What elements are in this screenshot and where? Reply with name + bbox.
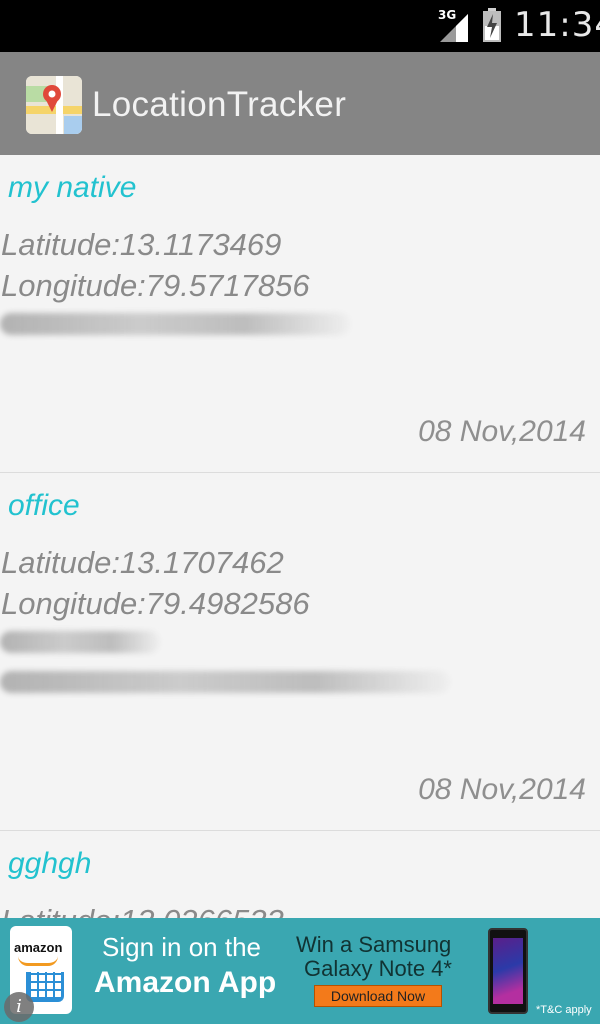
map-pin-icon[interactable] bbox=[26, 76, 82, 134]
action-bar: LocationTracker bbox=[0, 52, 600, 155]
latitude-text: Latitude:13.0266533 bbox=[1, 903, 284, 918]
list-item[interactable]: my native Latitude:13.1173469 Longitude:… bbox=[0, 155, 600, 473]
location-name: gghgh bbox=[8, 847, 92, 880]
ad-promo-line2: Galaxy Note 4* bbox=[304, 956, 452, 981]
signal-icon: 3G bbox=[438, 8, 470, 42]
download-now-button[interactable]: Download Now bbox=[314, 985, 442, 1007]
latitude-text: Latitude:13.1707462 bbox=[1, 545, 284, 580]
ad-headline-line2: Amazon App bbox=[94, 966, 277, 999]
latitude-text: Latitude:13.1173469 bbox=[1, 227, 282, 262]
info-icon[interactable]: i bbox=[4, 992, 34, 1022]
app-title: LocationTracker bbox=[92, 85, 347, 124]
amazon-wordmark: amazon bbox=[14, 940, 63, 955]
terms-text: *T&C apply bbox=[536, 1004, 592, 1016]
redacted-address bbox=[0, 313, 350, 335]
list-item[interactable]: gghgh Latitude:13.0266533 bbox=[0, 831, 600, 918]
smile-icon bbox=[18, 956, 58, 966]
status-bar: 3G 11:34 bbox=[0, 0, 600, 52]
battery-icon bbox=[482, 8, 502, 42]
ad-headline-line1: Sign in on the bbox=[102, 932, 262, 962]
redacted-address bbox=[0, 671, 450, 693]
longitude-text: Longitude:79.5717856 bbox=[1, 268, 310, 303]
ad-promo-line1: Win a Samsung bbox=[296, 932, 452, 957]
location-name: office bbox=[8, 489, 80, 522]
ad-banner[interactable]: amazon Sign in on the Amazon App Win a S… bbox=[0, 918, 600, 1024]
location-list[interactable]: my native Latitude:13.1173469 Longitude:… bbox=[0, 155, 600, 918]
date-text: 08 Nov,2014 bbox=[418, 773, 586, 806]
date-text: 08 Nov,2014 bbox=[418, 415, 586, 448]
location-name: my native bbox=[8, 171, 137, 204]
cart-icon bbox=[26, 972, 64, 1002]
longitude-text: Longitude:79.4982586 bbox=[1, 586, 310, 621]
phone-image-icon bbox=[488, 928, 528, 1014]
redacted-address bbox=[0, 631, 160, 653]
list-item[interactable]: office Latitude:13.1707462 Longitude:79.… bbox=[0, 473, 600, 831]
clock: 11:34 bbox=[514, 5, 600, 45]
